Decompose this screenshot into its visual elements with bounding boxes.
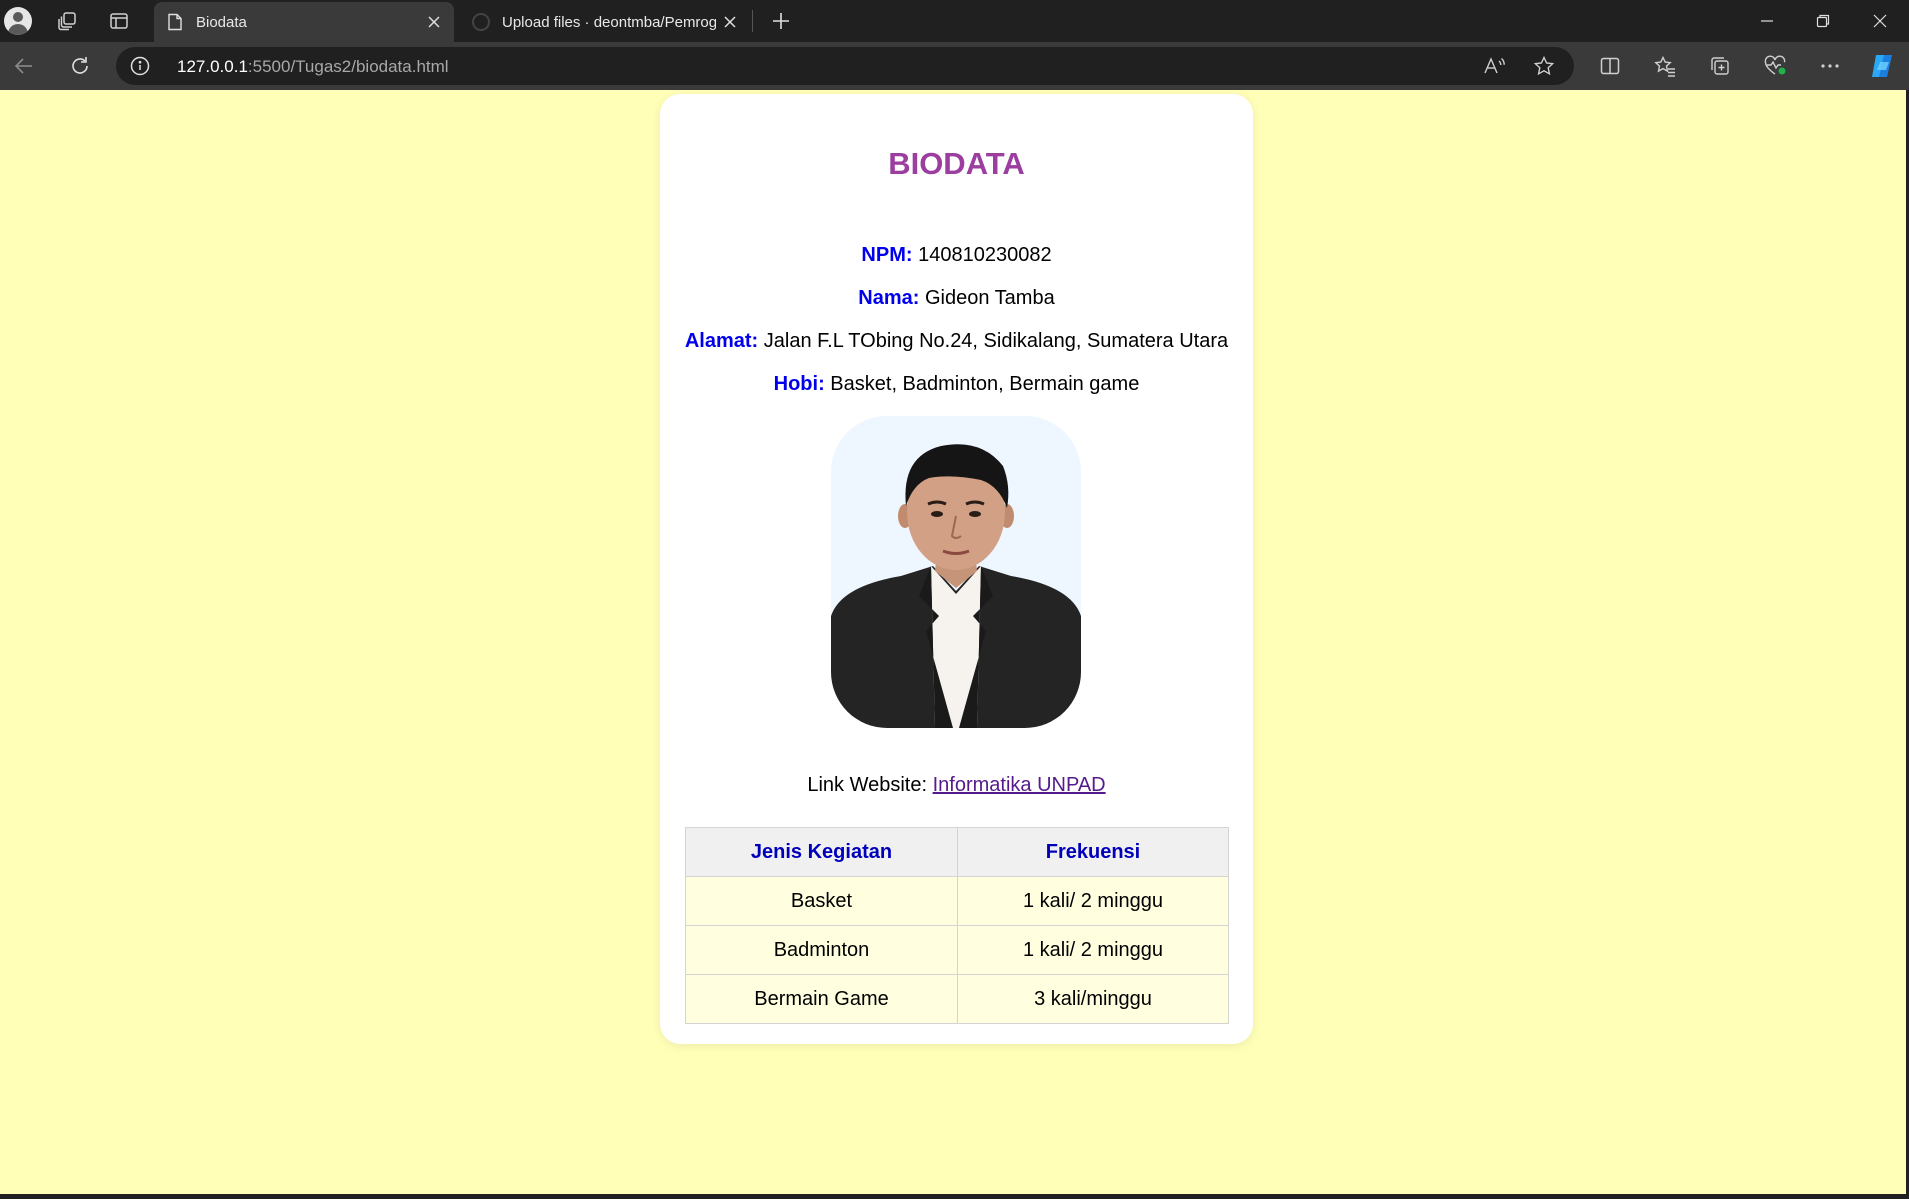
biodata-card: BIODATA NPM: 140810230082 Nama: Gideon T…: [660, 94, 1253, 1044]
nama-label: Nama:: [858, 287, 920, 309]
table-row: Bermain Game 3 kali/minggu: [685, 974, 1229, 1024]
more-icon[interactable]: [1816, 52, 1844, 80]
workspaces-icon[interactable]: [54, 8, 80, 34]
tab-upload-files[interactable]: Upload files · deontmba/Pemrogr: [460, 2, 750, 42]
minimize-icon[interactable]: [1739, 0, 1795, 42]
page-viewport: BIODATA NPM: 140810230082 Nama: Gideon T…: [0, 90, 1906, 1194]
refresh-icon[interactable]: [66, 52, 94, 80]
window-edge-bottom: [0, 1194, 1909, 1199]
close-tab-icon[interactable]: [716, 8, 744, 36]
restore-icon[interactable]: [1795, 0, 1851, 42]
copilot-icon[interactable]: [1868, 52, 1896, 80]
new-tab-icon[interactable]: [766, 6, 796, 36]
read-aloud-icon[interactable]: [1482, 54, 1506, 78]
close-window-icon[interactable]: [1852, 0, 1908, 42]
column-header-jenis-kegiatan: Jenis Kegiatan: [685, 827, 958, 877]
table-row: Basket 1 kali/ 2 minggu: [685, 876, 1229, 926]
tab-actions-icon[interactable]: [106, 8, 132, 34]
table-cell: 1 kali/ 2 minggu: [957, 876, 1229, 926]
page-document-icon: [166, 13, 184, 31]
alamat-row: Alamat: Jalan F.L TObing No.24, Sidikala…: [660, 330, 1253, 353]
table-cell: Basket: [685, 876, 958, 926]
table-cell: Bermain Game: [685, 974, 958, 1024]
table-header-row: Jenis Kegiatan Frekuensi: [685, 827, 1229, 877]
alamat-value: Jalan F.L TObing No.24, Sidikalang, Suma…: [763, 330, 1229, 352]
nama-value: Gideon Tamba: [924, 287, 1055, 309]
favorites-icon[interactable]: [1651, 52, 1679, 80]
link-prefix: Link Website:: [807, 774, 928, 796]
hobi-value: Basket, Badminton, Bermain game: [830, 373, 1140, 395]
address-bar[interactable]: 127.0.0.1:5500/Tugas2/biodata.html: [116, 47, 1574, 85]
browser-essentials-icon[interactable]: [1761, 52, 1789, 80]
alamat-label: Alamat:: [684, 330, 759, 352]
address-url: 127.0.0.1:5500/Tugas2/biodata.html: [177, 57, 449, 77]
browser-toolbar: 127.0.0.1:5500/Tugas2/biodata.html: [0, 42, 1909, 90]
link-website-row: Link Website: Informatika UNPAD: [660, 774, 1253, 797]
activity-table: Jenis Kegiatan Frekuensi Basket 1 kali/ …: [685, 827, 1229, 1024]
table-row: Badminton 1 kali/ 2 minggu: [685, 925, 1229, 975]
split-screen-icon[interactable]: [1596, 52, 1624, 80]
hobi-row: Hobi: Basket, Badminton, Bermain game: [660, 373, 1253, 396]
collections-icon[interactable]: [1706, 52, 1734, 80]
table-cell: 1 kali/ 2 minggu: [957, 925, 1229, 975]
tab-title: Biodata: [196, 13, 247, 31]
npm-value: 140810230082: [918, 244, 1052, 266]
back-arrow-icon[interactable]: [10, 52, 38, 80]
star-icon[interactable]: [1532, 54, 1556, 78]
tab-separator: [752, 10, 753, 32]
url-path: :5500/Tugas2/biodata.html: [247, 57, 449, 76]
npm-row: NPM: 140810230082: [660, 244, 1253, 267]
page-title: BIODATA: [888, 146, 1025, 181]
table-cell: Badminton: [685, 925, 958, 975]
close-tab-icon[interactable]: [420, 8, 448, 36]
github-icon: [472, 13, 490, 31]
url-host: 127.0.0.1: [177, 57, 248, 76]
tab-biodata[interactable]: Biodata: [154, 2, 454, 42]
hobi-label: Hobi:: [773, 373, 825, 395]
profile-photo: [831, 416, 1081, 728]
nama-row: Nama: Gideon Tamba: [660, 287, 1253, 310]
tab-title: Upload files · deontmba/Pemrogr: [502, 13, 716, 31]
info-icon[interactable]: [130, 56, 150, 76]
npm-label: NPM:: [861, 244, 913, 266]
column-header-frekuensi: Frekuensi: [957, 827, 1229, 877]
table-cell: 3 kali/minggu: [957, 974, 1229, 1024]
informatika-unpad-link[interactable]: Informatika UNPAD: [933, 774, 1106, 796]
tab-bar: Biodata Upload files · deontmba/Pemrogr: [0, 0, 1909, 42]
profile-avatar-icon[interactable]: [4, 7, 32, 35]
